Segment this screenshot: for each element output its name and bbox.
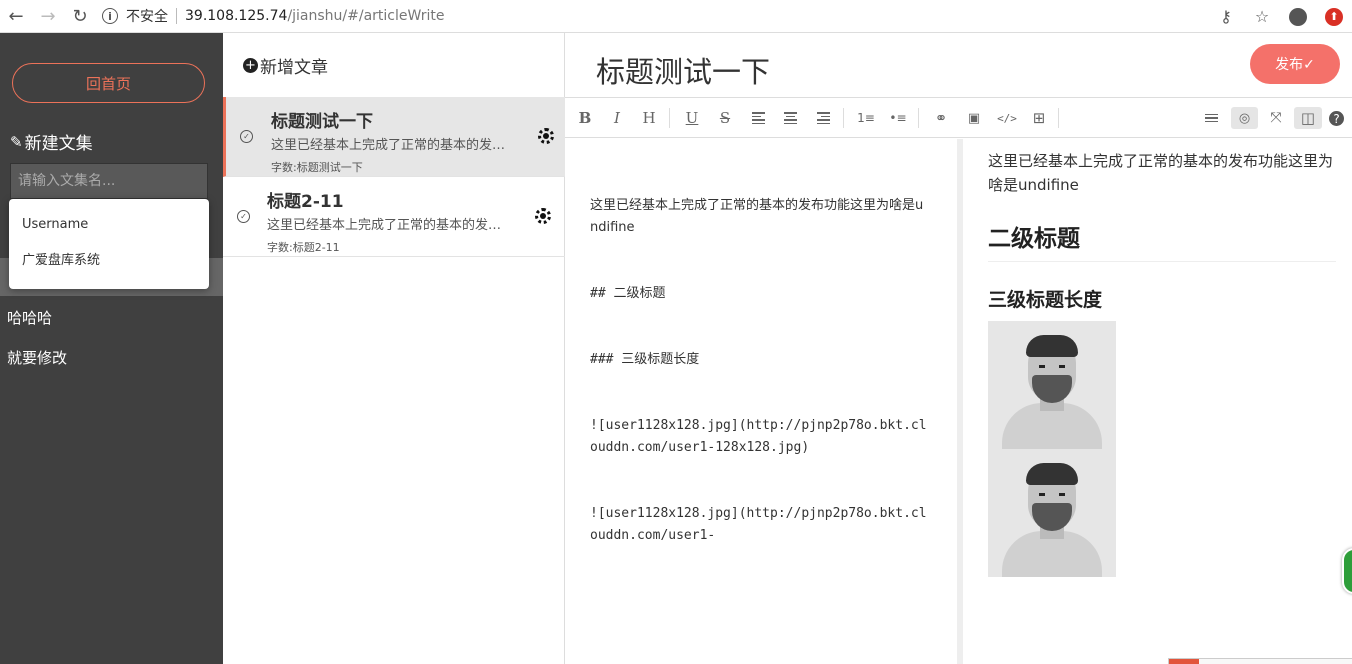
article-title-input[interactable]: 标题测试一下	[596, 49, 770, 91]
table-icon[interactable]: ⊞	[1027, 107, 1051, 129]
profile-icon[interactable]	[1280, 7, 1316, 26]
split-view-icon[interactable]: ◫	[1294, 107, 1322, 129]
address-separator	[176, 8, 177, 24]
preview-paragraph: 这里已经基本上完成了正常的基本的发布功能这里为啥是undifine	[988, 152, 1334, 194]
help-icon[interactable]: ?	[1329, 111, 1344, 126]
back-arrow-icon[interactable]: ←	[0, 0, 32, 33]
ordered-list-icon[interactable]: 1≡	[854, 107, 878, 129]
new-set-label: 新建文集	[24, 134, 93, 154]
collection-sidebar: 回首页 ✎ 新建文集 请输入文集名... Username 广爱盘库系统 哈哈哈…	[0, 33, 223, 664]
reload-icon[interactable]: ↻	[64, 0, 96, 33]
insecure-label: 不安全	[126, 9, 168, 25]
forward-arrow-icon[interactable]: →	[32, 0, 64, 33]
set-item[interactable]: 就要修改	[7, 347, 67, 368]
article-excerpt: 这里已经基本上完成了正常的基本的发布功能这里为啥是undifine	[267, 218, 512, 233]
markdown-line: ## 二级标题	[590, 286, 666, 301]
avatar-image	[988, 449, 1116, 577]
new-article-label: 新增文章	[260, 58, 328, 78]
home-button[interactable]: 回首页	[12, 63, 205, 103]
align-left-icon[interactable]	[746, 107, 770, 129]
align-right-icon[interactable]	[811, 107, 835, 129]
code-icon[interactable]: </>	[995, 107, 1019, 129]
unordered-list-icon[interactable]: •≡	[886, 107, 910, 129]
autocomplete-option[interactable]: Username	[9, 207, 209, 243]
article-editor: 标题测试一下 发布✓ B I H U S 1≡ •≡ ⚭ ▣ </> ⊞ ◎ ⤧…	[565, 33, 1352, 664]
header-icon[interactable]: H	[637, 107, 661, 129]
article-item[interactable]: ✓ 标题2-11 这里已经基本上完成了正常的基本的发布功能这里为啥是undifi…	[223, 177, 565, 257]
toolbar-divider	[1058, 108, 1059, 128]
toolbar-divider	[918, 108, 919, 128]
link-icon[interactable]: ⚭	[929, 107, 953, 129]
new-set-button[interactable]: ✎ 新建文集	[10, 129, 93, 155]
markdown-line: ### 三级标题长度	[590, 352, 700, 367]
preview-heading-2: 二级标题	[988, 219, 1336, 262]
toolbar-divider	[669, 108, 670, 128]
article-title: 标题测试一下	[271, 112, 373, 132]
browser-toolbar: ← → ↻ i 不安全 39.108.125.74 /jianshu/#/art…	[0, 0, 1352, 33]
article-item[interactable]: ✓ 标题测试一下 这里已经基本上完成了正常的基本的发布功能这里为啥是undifi…	[223, 97, 565, 177]
key-icon[interactable]: ⚷	[1208, 7, 1244, 26]
preview-pane: 这里已经基本上完成了正常的基本的发布功能这里为啥是undifine 二级标题 三…	[963, 139, 1352, 664]
gear-icon[interactable]	[538, 128, 554, 144]
article-word-count: 字数:标题测试一下	[271, 161, 363, 174]
extension-icon[interactable]: ⬆	[1316, 7, 1352, 26]
autocomplete-dropdown: Username 广爱盘库系统	[9, 199, 209, 289]
article-excerpt: 这里已经基本上完成了正常的基本的发布功能这里为啥是undifine	[271, 138, 516, 153]
autocomplete-option[interactable]: 广爱盘库系统	[9, 243, 209, 279]
underline-icon[interactable]: U	[680, 107, 704, 129]
markdown-toolbar: B I H U S 1≡ •≡ ⚭ ▣ </> ⊞ ◎ ⤧ ◫ ?	[565, 97, 1352, 138]
fullscreen-icon[interactable]: ⤧	[1264, 107, 1288, 129]
image-icon[interactable]: ▣	[962, 107, 986, 129]
floating-widget[interactable]	[1342, 548, 1352, 594]
gear-icon[interactable]	[535, 208, 551, 224]
preview-toggle-icon[interactable]: ◎	[1231, 107, 1258, 129]
check-circle-icon: ✓	[237, 210, 250, 223]
corner-tab	[1168, 658, 1352, 664]
article-word-count: 字数:标题2-11	[267, 241, 340, 254]
url-path: /jianshu/#/articleWrite	[287, 8, 445, 24]
toolbar-divider	[843, 108, 844, 128]
publish-button[interactable]: 发布✓	[1250, 44, 1340, 84]
address-bar[interactable]: i 不安全 39.108.125.74 /jianshu/#/articleWr…	[102, 6, 444, 26]
markdown-line: ![user1128x128.jpg](http://pjnp2p78o.bkt…	[590, 418, 927, 455]
markdown-line: ![user1128x128.jpg](http://pjnp2p78o.bkt…	[590, 506, 927, 543]
menu-icon[interactable]	[1199, 107, 1223, 129]
preview-heading-3: 三级标题长度	[988, 289, 1103, 311]
article-list: + 新增文章 ✓ 标题测试一下 这里已经基本上完成了正常的基本的发布功能这里为啥…	[223, 33, 565, 664]
avatar-image	[988, 321, 1116, 449]
align-center-icon[interactable]	[778, 107, 802, 129]
strikethrough-icon[interactable]: S	[713, 107, 737, 129]
info-icon[interactable]: i	[102, 8, 118, 24]
set-name-input[interactable]: 请输入文集名...	[10, 163, 208, 199]
plus-circle-icon: +	[243, 58, 258, 73]
markdown-source[interactable]: 这里已经基本上完成了正常的基本的发布功能这里为啥是undifine ## 二级标…	[590, 151, 930, 591]
check-circle-icon: ✓	[240, 130, 253, 143]
set-item[interactable]: 哈哈哈	[7, 307, 52, 328]
url-host: 39.108.125.74	[185, 8, 288, 24]
bold-icon[interactable]: B	[573, 107, 597, 129]
italic-icon[interactable]: I	[605, 107, 629, 129]
markdown-input-pane[interactable]: 这里已经基本上完成了正常的基本的发布功能这里为啥是undifine ## 二级标…	[565, 139, 957, 664]
article-title: 标题2-11	[267, 192, 344, 212]
star-icon[interactable]: ☆	[1244, 7, 1280, 26]
pencil-icon: ✎	[10, 132, 23, 151]
markdown-line: 这里已经基本上完成了正常的基本的发布功能这里为啥是undifine	[590, 198, 924, 235]
new-article-button[interactable]: + 新增文章	[243, 53, 328, 78]
